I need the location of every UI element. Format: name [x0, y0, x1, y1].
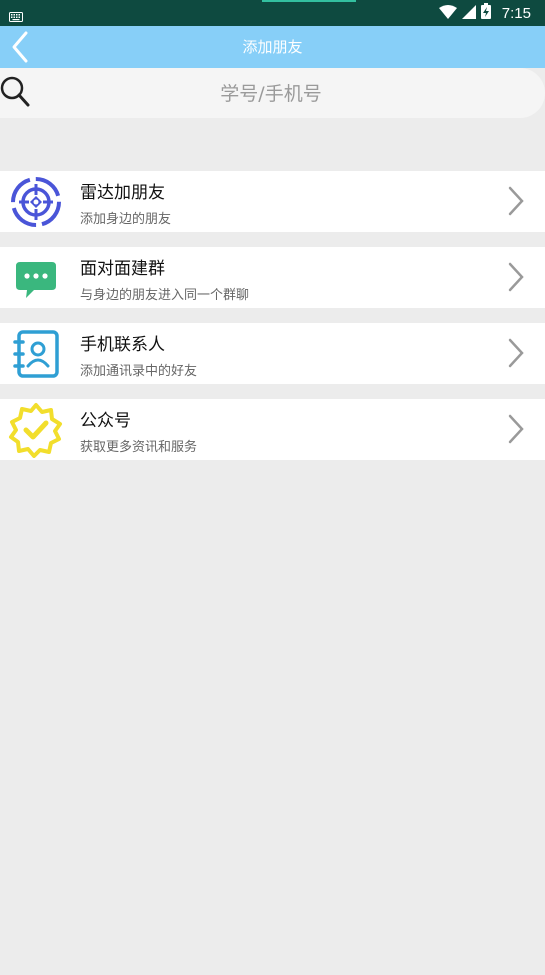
list-item-official-accounts[interactable]: 公众号 获取更多资讯和服务: [0, 399, 545, 460]
status-time: 7:15: [501, 4, 531, 22]
chat-bubble-icon: [8, 252, 64, 304]
keyboard-icon: [9, 7, 23, 26]
item-subtitle: 添加通讯录中的好友: [80, 364, 198, 379]
status-accent-line: [262, 0, 356, 2]
signal-icon: [461, 4, 476, 23]
verified-badge-icon: [8, 403, 64, 458]
chevron-right-icon: [507, 413, 525, 449]
list-item-phone-contacts[interactable]: 手机联系人 添加通讯录中的好友: [0, 323, 545, 384]
list-item-radar[interactable]: 雷达加朋友 添加身边的朋友: [0, 171, 545, 232]
search-icon[interactable]: [0, 74, 32, 114]
contacts-book-icon: [8, 328, 64, 380]
item-title: 面对面建群: [80, 259, 165, 279]
status-bar: 7:15: [0, 0, 545, 26]
title-bar: 添加朋友: [0, 26, 545, 68]
search-input[interactable]: [44, 73, 498, 115]
radar-icon: [8, 176, 64, 228]
wifi-icon: [438, 4, 457, 23]
item-subtitle: 添加身边的朋友: [80, 212, 172, 227]
item-title: 公众号: [80, 411, 131, 431]
item-title: 手机联系人: [80, 335, 165, 355]
item-title: 雷达加朋友: [80, 183, 165, 203]
chevron-right-icon: [507, 337, 525, 373]
battery-charging-icon: [480, 3, 491, 23]
status-right-group: 7:15: [438, 3, 531, 23]
item-subtitle: 获取更多资讯和服务: [80, 440, 198, 455]
search-bar: [0, 68, 545, 118]
chevron-right-icon: [507, 261, 525, 297]
list-item-face-to-face-group[interactable]: 面对面建群 与身边的朋友进入同一个群聊: [0, 247, 545, 308]
page-title: 添加朋友: [242, 38, 303, 56]
chevron-right-icon: [507, 185, 525, 221]
item-subtitle: 与身边的朋友进入同一个群聊: [80, 288, 250, 303]
